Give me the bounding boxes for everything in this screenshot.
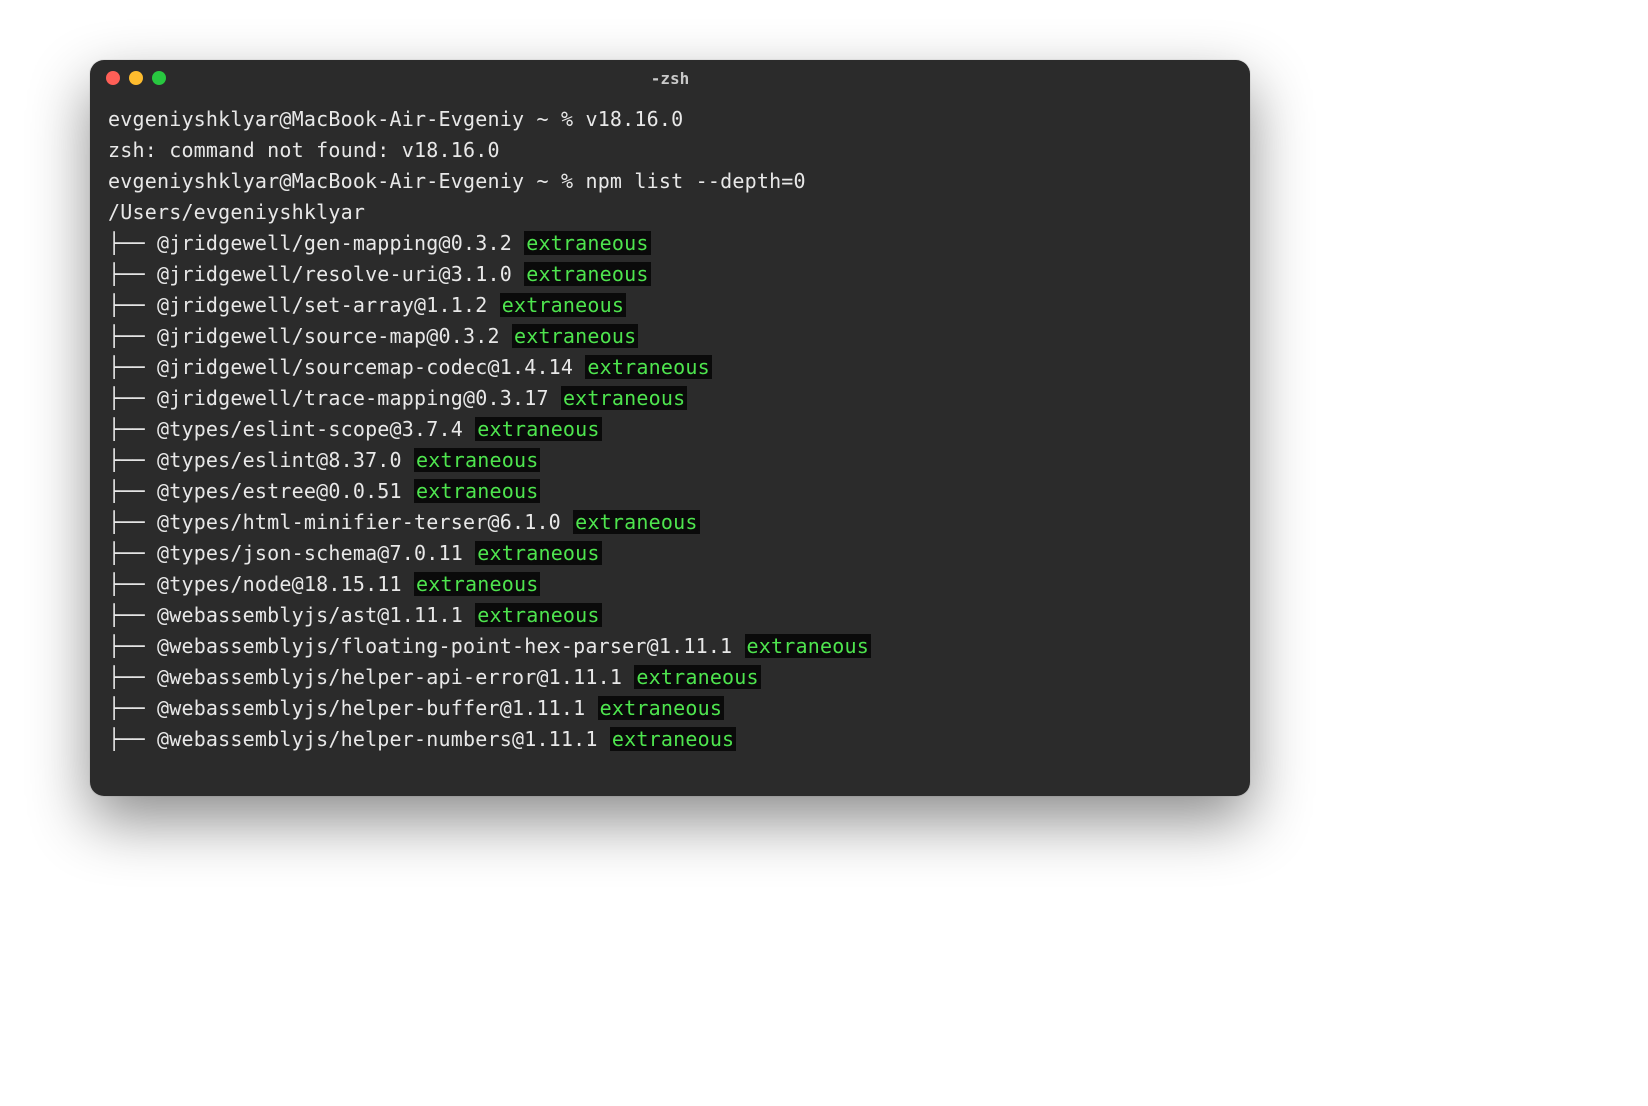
package-line: ├── @jridgewell/set-array@1.1.2 extraneo… [108,290,1232,321]
package-line: ├── @types/eslint@8.37.0 extraneous [108,445,1232,476]
extraneous-label: extraneous [561,386,687,410]
prompt-line: evgeniyshklyar@MacBook-Air-Evgeniy ~ % n… [108,166,1232,197]
prompt-symbol: % [561,107,573,131]
tree-branch-icon: ├── [108,231,157,255]
prompt-path: ~ [536,107,548,131]
package-line: ├── @jridgewell/resolve-uri@3.1.0 extran… [108,259,1232,290]
package-line: ├── @jridgewell/sourcemap-codec@1.4.14 e… [108,352,1232,383]
package-name: @jridgewell/source-map@0.3.2 [157,324,512,348]
tree-branch-icon: ├── [108,634,157,658]
package-name: @types/json-schema@7.0.11 [157,541,475,565]
package-line: ├── @jridgewell/trace-mapping@0.3.17 ext… [108,383,1232,414]
package-name: @types/html-minifier-terser@6.1.0 [157,510,573,534]
terminal-window: -zsh evgeniyshklyar@MacBook-Air-Evgeniy … [90,60,1250,796]
minimize-icon[interactable] [129,71,143,85]
window-title: -zsh [90,69,1250,88]
tree-branch-icon: ├── [108,603,157,627]
package-name: @webassemblyjs/helper-buffer@1.11.1 [157,696,598,720]
prompt-symbol: % [561,169,573,193]
extraneous-label: extraneous [524,231,650,255]
tree-branch-icon: ├── [108,572,157,596]
traffic-lights [106,71,166,85]
package-name: @webassemblyjs/floating-point-hex-parser… [157,634,745,658]
extraneous-label: extraneous [500,293,626,317]
package-line: ├── @jridgewell/source-map@0.3.2 extrane… [108,321,1232,352]
package-line: ├── @webassemblyjs/ast@1.11.1 extraneous [108,600,1232,631]
command-text: npm list --depth=0 [585,169,805,193]
extraneous-label: extraneous [414,448,540,472]
extraneous-label: extraneous [598,696,724,720]
tree-branch-icon: ├── [108,665,157,689]
prompt-user-host: evgeniyshklyar@MacBook-Air-Evgeniy [108,107,524,131]
prompt-path: ~ [536,169,548,193]
tree-branch-icon: ├── [108,479,157,503]
maximize-icon[interactable] [152,71,166,85]
prompt-user-host: evgeniyshklyar@MacBook-Air-Evgeniy [108,169,524,193]
package-name: @jridgewell/set-array@1.1.2 [157,293,500,317]
package-name: @webassemblyjs/helper-api-error@1.11.1 [157,665,634,689]
package-line: ├── @types/json-schema@7.0.11 extraneous [108,538,1232,569]
extraneous-label: extraneous [414,572,540,596]
tree-branch-icon: ├── [108,448,157,472]
package-name: @jridgewell/gen-mapping@0.3.2 [157,231,524,255]
extraneous-label: extraneous [573,510,699,534]
package-line: ├── @webassemblyjs/helper-numbers@1.11.1… [108,724,1232,755]
tree-branch-icon: ├── [108,541,157,565]
extraneous-label: extraneous [475,541,601,565]
package-name: @webassemblyjs/helper-numbers@1.11.1 [157,727,610,751]
tree-branch-icon: ├── [108,262,157,286]
package-name: @types/eslint@8.37.0 [157,448,414,472]
package-line: ├── @jridgewell/gen-mapping@0.3.2 extran… [108,228,1232,259]
package-line: ├── @webassemblyjs/floating-point-hex-pa… [108,631,1232,662]
error-line: zsh: command not found: v18.16.0 [108,135,1232,166]
title-bar: -zsh [90,60,1250,96]
extraneous-label: extraneous [745,634,871,658]
terminal-body[interactable]: evgeniyshklyar@MacBook-Air-Evgeniy ~ % v… [90,96,1250,796]
package-name: @jridgewell/trace-mapping@0.3.17 [157,386,561,410]
prompt-line: evgeniyshklyar@MacBook-Air-Evgeniy ~ % v… [108,104,1232,135]
package-line: ├── @types/node@18.15.11 extraneous [108,569,1232,600]
command-text: v18.16.0 [585,107,683,131]
close-icon[interactable] [106,71,120,85]
tree-branch-icon: ├── [108,355,157,379]
extraneous-label: extraneous [634,665,760,689]
extraneous-label: extraneous [585,355,711,379]
package-name: @types/estree@0.0.51 [157,479,414,503]
tree-branch-icon: ├── [108,510,157,534]
tree-branch-icon: ├── [108,324,157,348]
package-line: ├── @webassemblyjs/helper-buffer@1.11.1 … [108,693,1232,724]
package-line: ├── @types/estree@0.0.51 extraneous [108,476,1232,507]
package-line: ├── @webassemblyjs/helper-api-error@1.11… [108,662,1232,693]
package-line: ├── @types/html-minifier-terser@6.1.0 ex… [108,507,1232,538]
extraneous-label: extraneous [414,479,540,503]
extraneous-label: extraneous [512,324,638,348]
extraneous-label: extraneous [610,727,736,751]
root-path-line: /Users/evgeniyshklyar [108,197,1232,228]
tree-branch-icon: ├── [108,386,157,410]
package-name: @types/eslint-scope@3.7.4 [157,417,475,441]
package-name: @jridgewell/sourcemap-codec@1.4.14 [157,355,585,379]
extraneous-label: extraneous [475,603,601,627]
extraneous-label: extraneous [524,262,650,286]
extraneous-label: extraneous [475,417,601,441]
package-line: ├── @types/eslint-scope@3.7.4 extraneous [108,414,1232,445]
package-name: @jridgewell/resolve-uri@3.1.0 [157,262,524,286]
tree-branch-icon: ├── [108,696,157,720]
tree-branch-icon: ├── [108,417,157,441]
package-name: @types/node@18.15.11 [157,572,414,596]
package-name: @webassemblyjs/ast@1.11.1 [157,603,475,627]
tree-branch-icon: ├── [108,293,157,317]
tree-branch-icon: ├── [108,727,157,751]
